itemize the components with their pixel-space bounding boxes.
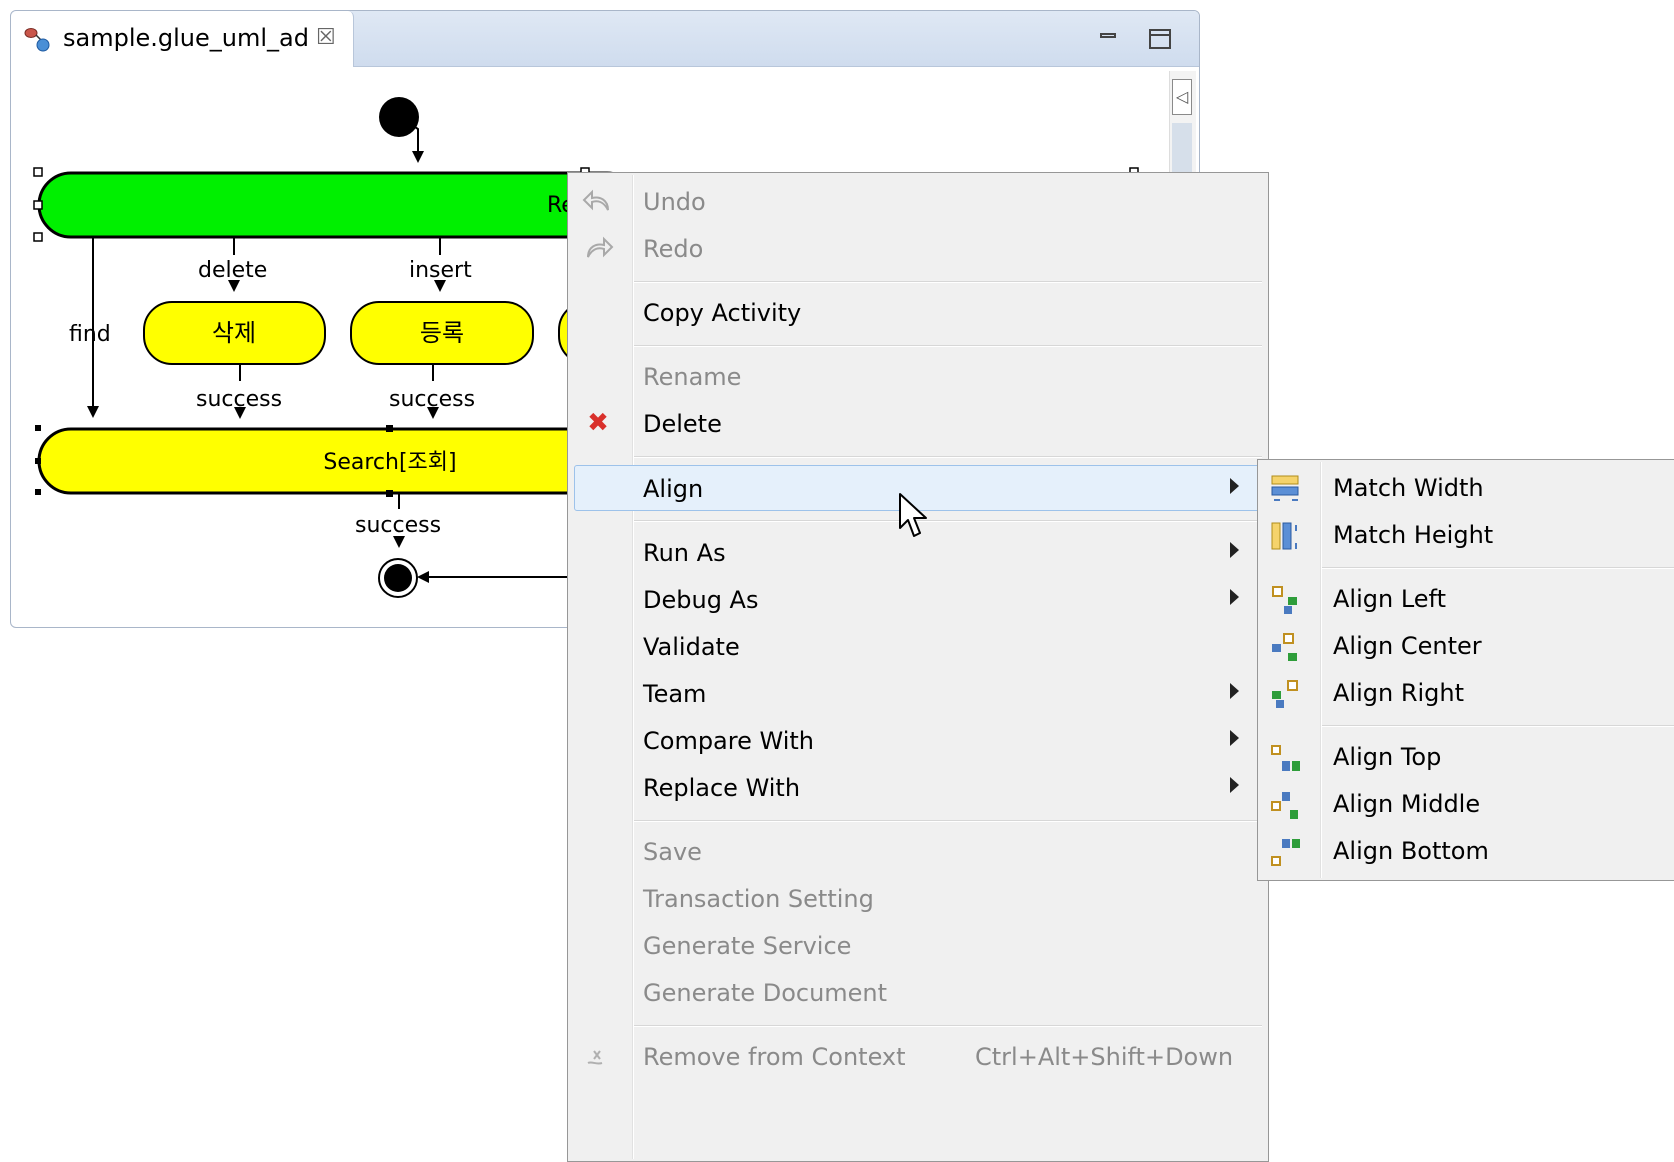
submenu-arrow-icon — [1230, 542, 1239, 558]
menu-label-rename: Rename — [643, 363, 742, 391]
flow-label-insert: insert — [409, 258, 472, 283]
menu-item-debug-as[interactable]: Debug As — [568, 576, 1266, 622]
menu-item-team[interactable]: Team — [568, 670, 1266, 716]
submenu-label-align-right: Align Right — [1333, 679, 1465, 707]
menu-label-replace-with: Replace With — [643, 774, 801, 802]
submenu-item-match-height[interactable]: Match Height — [1258, 511, 1674, 557]
menu-label-run-as: Run As — [643, 539, 726, 567]
menu-label-generate-document: Generate Document — [643, 979, 888, 1007]
submenu-label-align-left: Align Left — [1333, 585, 1446, 613]
menu-item-copy-activity[interactable]: Copy Activity — [568, 289, 1266, 335]
align-left-icon — [1272, 586, 1297, 614]
submenu-label-align-top: Align Top — [1333, 743, 1442, 771]
menu-label-copy-activity: Copy Activity — [643, 299, 802, 327]
submenu-label-match-height: Match Height — [1333, 521, 1494, 549]
submenu-item-align-middle[interactable]: Align Middle — [1258, 780, 1674, 826]
submenu-item-align-center[interactable]: Align Center — [1258, 622, 1674, 668]
submenu-label-match-width: Match Width — [1333, 474, 1484, 502]
activity-insert-label: 등록 — [420, 319, 464, 347]
menu-item-redo[interactable]: Redo — [568, 225, 1266, 271]
menu-label-delete: Delete — [643, 410, 722, 438]
menu-item-save[interactable]: Save — [568, 828, 1266, 874]
match-height-icon — [1271, 522, 1297, 550]
menu-label-redo: Redo — [643, 235, 704, 263]
menu-label-undo: Undo — [643, 188, 706, 216]
align-submenu: Match Width Match Height Align Left Alig… — [1257, 459, 1674, 881]
submenu-arrow-icon — [1230, 730, 1239, 746]
flow-label-delete: delete — [198, 258, 267, 283]
menu-label-compare-with: Compare With — [643, 727, 814, 755]
flow-label-success-1: success — [196, 387, 282, 412]
menu-label-team: Team — [643, 680, 707, 708]
menu-item-rename[interactable]: Rename — [568, 353, 1266, 399]
initial-node[interactable] — [379, 97, 419, 137]
menu-item-validate[interactable]: Validate — [568, 623, 1266, 669]
menu-item-transaction-setting[interactable]: Transaction Setting — [568, 875, 1266, 921]
menu-label-generate-service: Generate Service — [643, 932, 852, 960]
delete-icon: ✖ — [587, 408, 609, 438]
align-center-icon — [1272, 633, 1297, 661]
context-menu: Undo Redo Copy Activity Rename ✖ Delete … — [567, 172, 1269, 1162]
menu-item-replace-with[interactable]: Replace With — [568, 764, 1266, 810]
submenu-item-match-width[interactable]: Match Width — [1258, 464, 1674, 510]
submenu-label-align-center: Align Center — [1333, 632, 1482, 660]
align-right-icon — [1272, 680, 1298, 708]
align-middle-icon — [1271, 792, 1298, 819]
menu-label-save: Save — [643, 838, 702, 866]
menu-label-transaction-setting: Transaction Setting — [643, 885, 874, 913]
remove-context-icon — [587, 1050, 603, 1065]
align-top-icon — [1271, 745, 1300, 771]
menu-item-generate-service[interactable]: Generate Service — [568, 922, 1266, 968]
menu-label-validate: Validate — [643, 633, 740, 661]
activity-delete-label: 삭제 — [212, 319, 256, 347]
menu-label-remove-from-context: Remove from Context — [643, 1043, 906, 1071]
menu-item-delete[interactable]: ✖ Delete — [568, 400, 1266, 446]
align-bottom-icon — [1271, 839, 1300, 866]
submenu-item-align-left[interactable]: Align Left — [1258, 575, 1674, 621]
mouse-cursor-icon — [899, 493, 927, 537]
flow-label-success-3: success — [355, 513, 441, 538]
redo-icon — [587, 236, 614, 258]
submenu-label-align-bottom: Align Bottom — [1333, 837, 1489, 865]
menu-label-debug-as: Debug As — [643, 586, 759, 614]
submenu-item-align-bottom[interactable]: Align Bottom — [1258, 827, 1674, 873]
submenu-arrow-icon — [1230, 683, 1239, 699]
menu-accelerator-remove-from-context: Ctrl+Alt+Shift+Down — [975, 1043, 1234, 1071]
menu-label-align: Align — [643, 475, 704, 503]
submenu-item-align-top[interactable]: Align Top — [1258, 733, 1674, 779]
submenu-arrow-icon — [1230, 777, 1239, 793]
menu-item-remove-from-context[interactable]: Remove from Context Ctrl+Alt+Shift+Down — [568, 1033, 1266, 1079]
activity-search-label: Search[조회] — [323, 450, 456, 475]
submenu-arrow-icon — [1230, 478, 1239, 494]
submenu-arrow-icon — [1230, 589, 1239, 605]
flow-label-success-2: success — [389, 387, 475, 412]
palette-toggle-icon[interactable]: ◁ — [1172, 79, 1192, 115]
undo-icon — [582, 189, 609, 211]
submenu-item-align-right[interactable]: Align Right — [1258, 669, 1674, 715]
flow-label-find: find — [69, 322, 111, 347]
match-width-icon — [1271, 475, 1299, 501]
submenu-label-align-middle: Align Middle — [1333, 790, 1481, 818]
menu-item-compare-with[interactable]: Compare With — [568, 717, 1266, 763]
menu-item-undo[interactable]: Undo — [568, 178, 1266, 224]
menu-item-generate-document[interactable]: Generate Document — [568, 969, 1266, 1015]
